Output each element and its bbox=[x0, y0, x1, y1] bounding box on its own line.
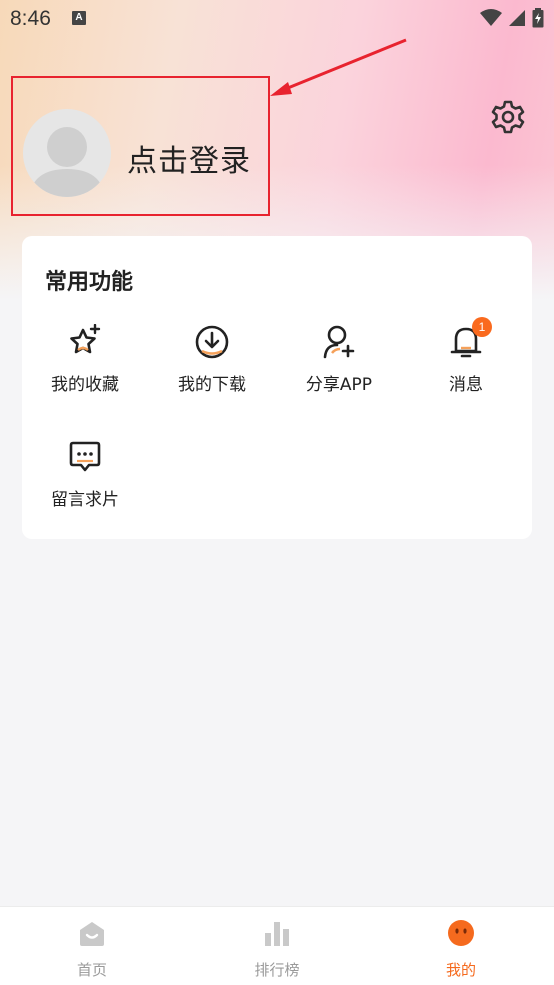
func-label: 留言求片 bbox=[51, 490, 119, 510]
func-request-movie[interactable]: 留言求片 bbox=[35, 439, 135, 519]
share-user-icon bbox=[323, 325, 355, 359]
tab-label: 首页 bbox=[76, 961, 107, 979]
status-bar: 8:46 A bbox=[0, 0, 554, 38]
tab-ranking[interactable]: 排行榜 bbox=[217, 907, 337, 985]
profile-icon bbox=[448, 920, 474, 946]
tab-mine[interactable]: 我的 bbox=[401, 907, 521, 985]
home-icon bbox=[80, 922, 104, 946]
default-avatar-icon bbox=[29, 127, 105, 197]
ranking-icon bbox=[265, 922, 289, 946]
login-area[interactable]: 点击登录 bbox=[11, 76, 270, 216]
download-icon bbox=[195, 325, 229, 359]
common-functions-card: 常用功能 我的收藏 我的下载 分享APP 消息 留言求片 bbox=[22, 236, 532, 539]
message-badge: 1 bbox=[472, 317, 492, 337]
func-label: 我的下载 bbox=[178, 375, 246, 395]
chat-icon bbox=[69, 441, 101, 472]
annotation-arrow-icon bbox=[270, 38, 407, 96]
func-favorites[interactable]: 我的收藏 bbox=[35, 324, 135, 404]
signal-icon bbox=[509, 10, 525, 26]
func-messages[interactable]: 消息 bbox=[416, 324, 516, 404]
star-icon bbox=[70, 324, 101, 354]
func-label: 分享APP bbox=[305, 375, 373, 395]
tab-label: 排行榜 bbox=[254, 961, 300, 979]
login-prompt[interactable]: 点击登录 bbox=[127, 136, 251, 180]
notification-a-icon: A bbox=[72, 11, 86, 25]
bottom-tab-bar: 首页 排行榜 我的 bbox=[0, 906, 554, 985]
battery-icon bbox=[532, 8, 544, 28]
func-label: 消息 bbox=[449, 375, 483, 395]
status-time: 8:46 bbox=[10, 7, 51, 30]
wifi-icon bbox=[480, 9, 502, 26]
settings-gear-icon[interactable] bbox=[490, 99, 526, 135]
avatar[interactable] bbox=[23, 109, 111, 197]
status-indicators bbox=[480, 8, 544, 28]
card-title: 常用功能 bbox=[45, 270, 134, 295]
func-downloads[interactable]: 我的下载 bbox=[162, 324, 262, 404]
func-label: 我的收藏 bbox=[51, 375, 119, 395]
tab-label: 我的 bbox=[445, 961, 476, 979]
func-share-app[interactable]: 分享APP bbox=[289, 324, 389, 404]
tab-home[interactable]: 首页 bbox=[32, 907, 152, 985]
